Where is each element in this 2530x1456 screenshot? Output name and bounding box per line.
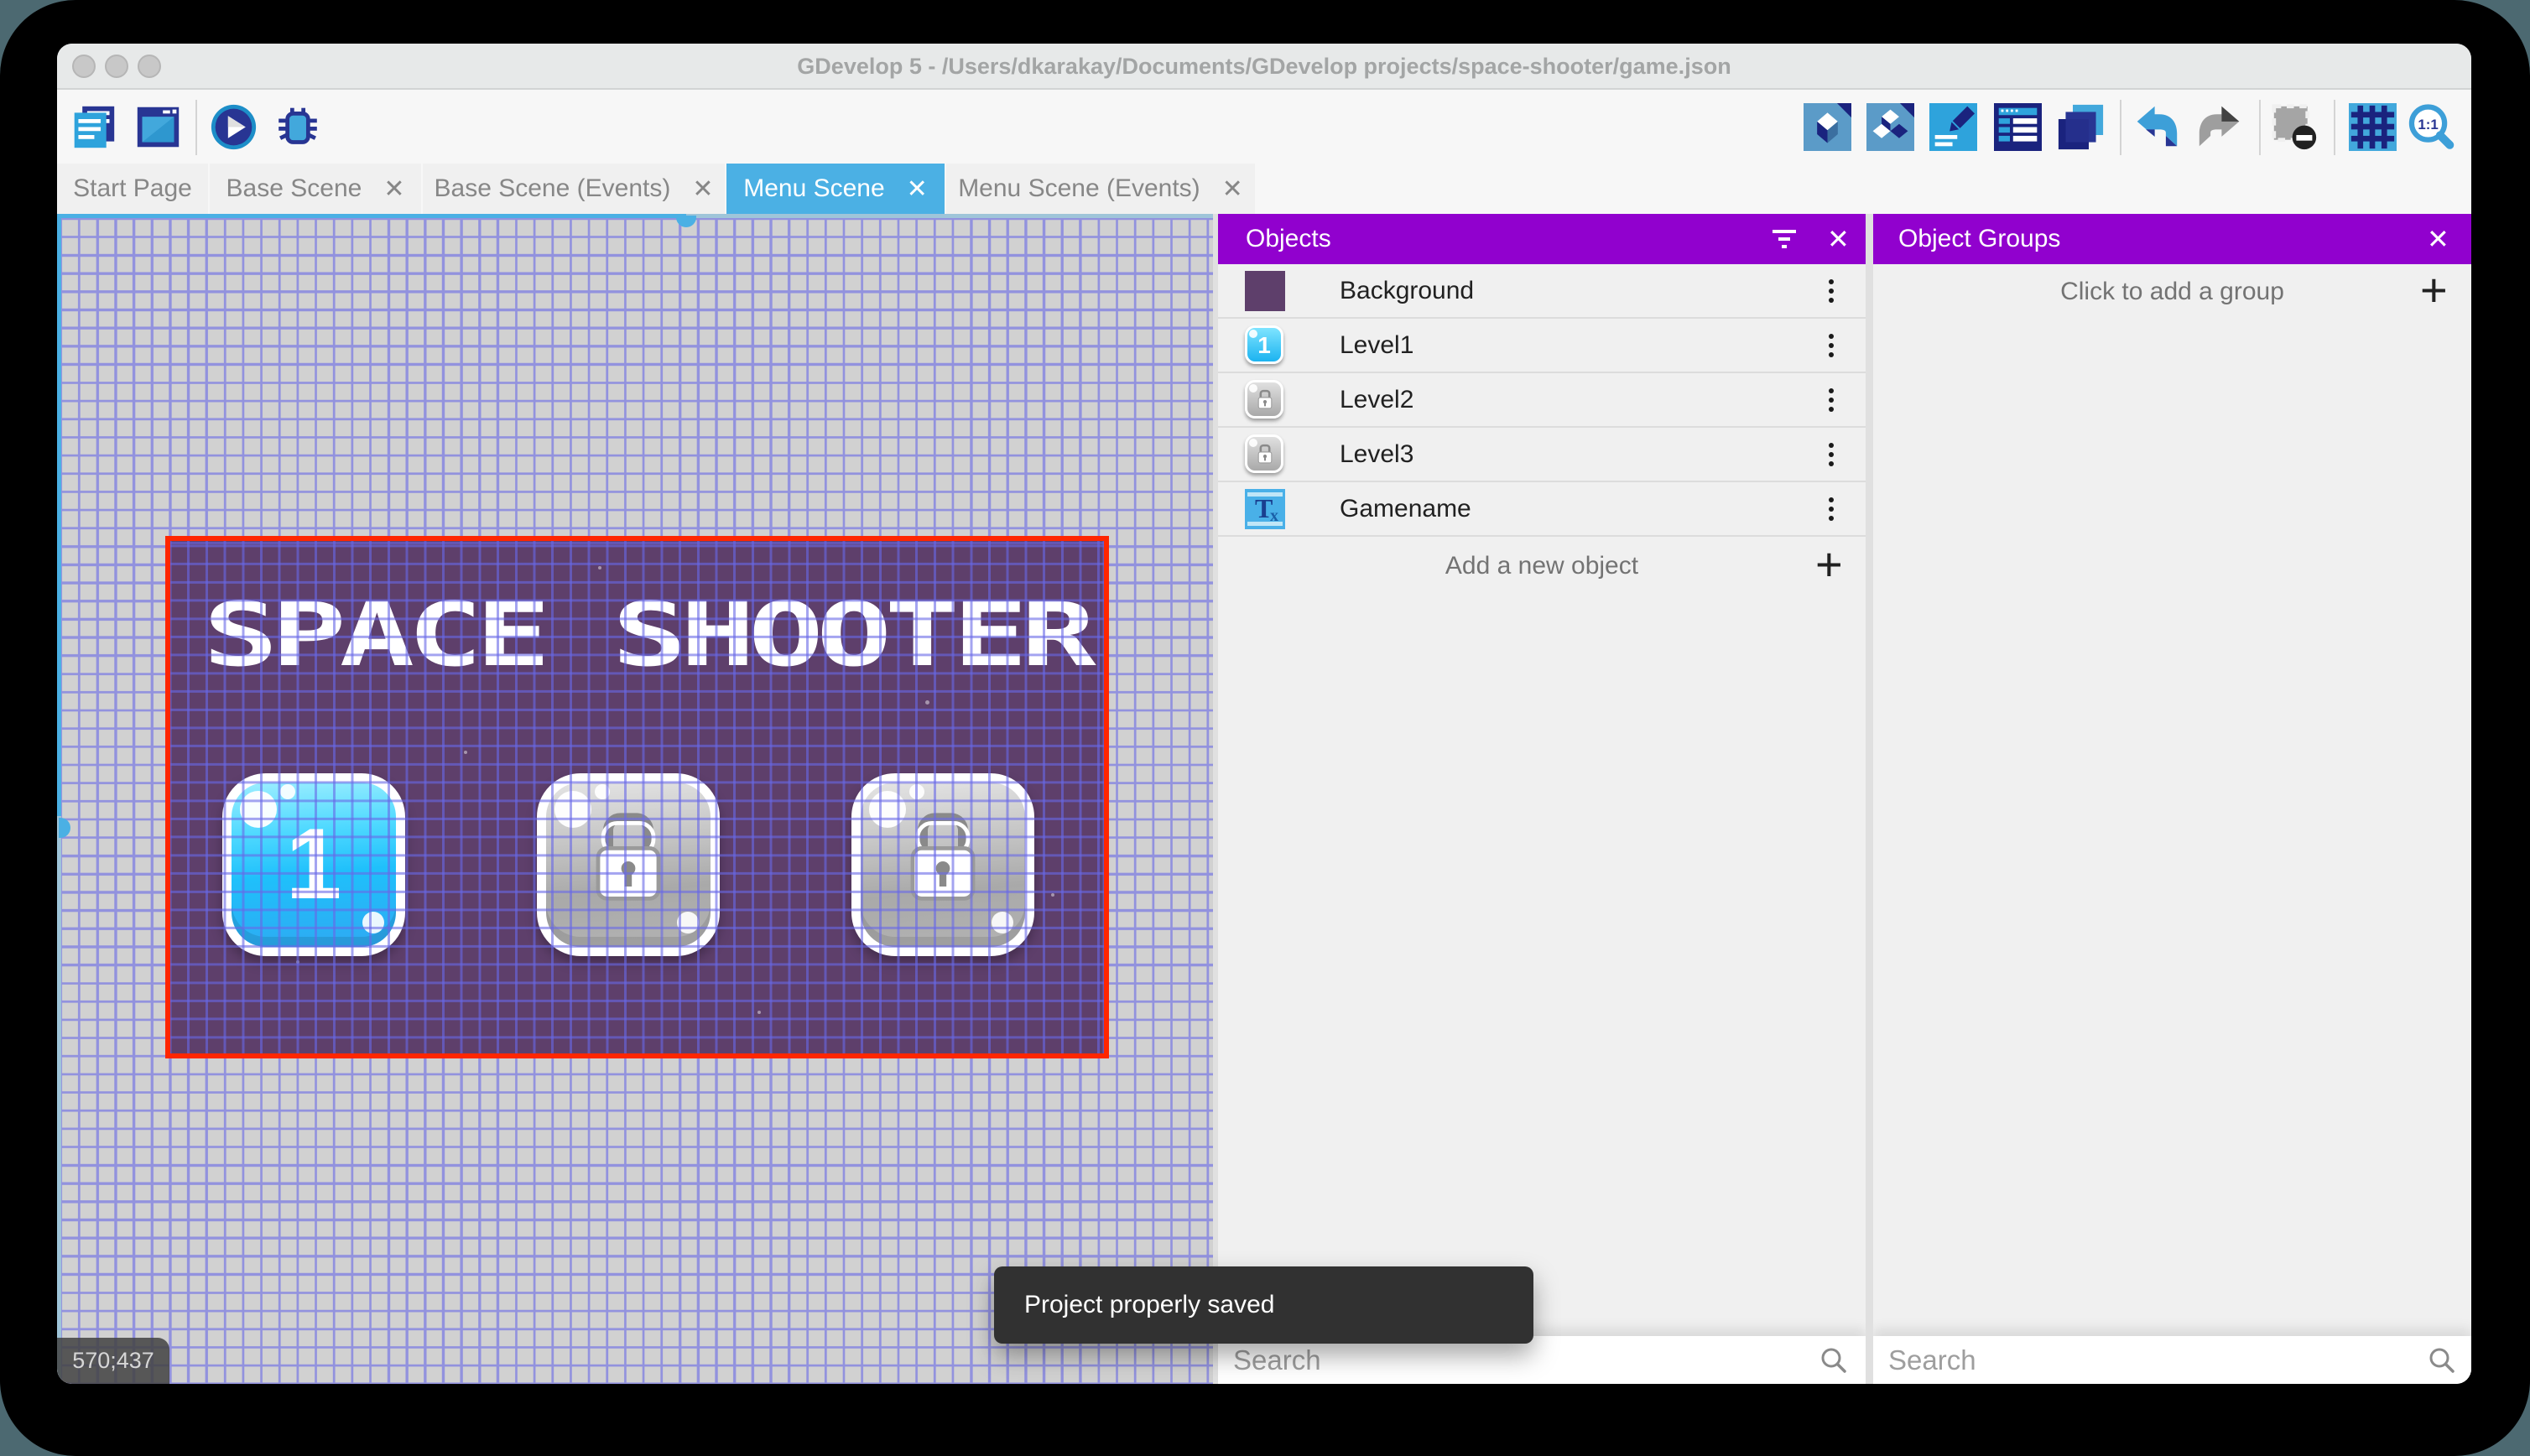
object-menu-icon[interactable] (1829, 334, 1834, 339)
objects-panel-title: Objects (1246, 225, 1331, 252)
level1-button[interactable]: 1 (222, 773, 405, 956)
toggle-grid-icon[interactable] (2349, 103, 2397, 151)
start-page-icon[interactable] (134, 103, 182, 151)
object-groups-panel-title: Object Groups (1898, 225, 2061, 252)
object-menu-icon[interactable] (1829, 279, 1834, 284)
canvas-vscroll-thumb[interactable] (59, 818, 70, 838)
object-row-level3[interactable]: Level3 (1218, 428, 1866, 482)
object-menu-icon[interactable] (1829, 497, 1834, 502)
add-group-row[interactable]: Click to add a group + (1873, 264, 2471, 319)
tab-start-page[interactable]: Start Page (57, 164, 208, 214)
objects-panel: Objects ✕ Background 1 Level1 Level2 Lev… (1218, 214, 1866, 1384)
add-object-row[interactable]: Add a new object + (1218, 537, 1866, 595)
close-tab-icon[interactable]: ✕ (383, 174, 404, 204)
main-toolbar: 1:1 (57, 91, 2471, 164)
object-row-gamename[interactable]: Tx Gamename (1218, 482, 1866, 537)
object-label: Level1 (1340, 331, 1414, 359)
scene-editor-canvas[interactable]: SPACE SHOOTER 1 570;437 (57, 214, 1213, 1384)
object-label: Background (1340, 277, 1475, 304)
canvas-hscroll-track-light[interactable] (686, 214, 1213, 218)
object-menu-icon[interactable] (1829, 388, 1834, 393)
toolbar-separator (2120, 100, 2121, 155)
close-tab-icon[interactable]: ✕ (907, 174, 928, 204)
window-title: GDevelop 5 - /Users/dkarakay/Documents/G… (797, 54, 1731, 79)
panel-divider[interactable] (1866, 214, 1873, 1384)
object-groups-panel-icon[interactable] (1866, 103, 1914, 151)
tab-menu-scene-events[interactable]: Menu Scene (Events) ✕ (946, 164, 1255, 214)
object-row-level2[interactable]: Level2 (1218, 373, 1866, 428)
add-object-label: Add a new object (1445, 552, 1639, 580)
object-row-level1[interactable]: 1 Level1 (1218, 319, 1866, 373)
tab-base-scene[interactable]: Base Scene ✕ (210, 164, 421, 214)
groups-search-bar[interactable]: Search (1873, 1336, 2471, 1384)
text-object-icon: Tx (1245, 489, 1285, 529)
svg-text:x: x (1270, 507, 1278, 525)
debug-icon[interactable] (273, 103, 323, 151)
play-preview-icon[interactable] (210, 103, 258, 151)
background-object-icon (1245, 271, 1285, 311)
toolbar-separator (2259, 100, 2261, 155)
tab-label: Base Scene (Events) (434, 174, 671, 202)
close-tab-icon[interactable]: ✕ (1222, 174, 1243, 204)
groups-search-input[interactable]: Search (1888, 1336, 1976, 1384)
object-label: Gamename (1340, 495, 1471, 523)
tab-base-scene-events[interactable]: Base Scene (Events) ✕ (423, 164, 725, 214)
undo-icon[interactable] (2132, 103, 2180, 151)
close-tab-icon[interactable]: ✕ (692, 174, 713, 204)
close-panel-icon[interactable]: ✕ (2427, 214, 2449, 264)
scene-title-text: SPACE SHOOTER (203, 584, 1096, 686)
tab-menu-scene[interactable]: Menu Scene ✕ (726, 164, 945, 214)
object-menu-icon[interactable] (1829, 443, 1834, 448)
objects-panel-icon[interactable] (1804, 103, 1851, 151)
level2-object-icon (1245, 380, 1283, 419)
object-groups-panel: Object Groups ✕ Click to add a group + S… (1873, 214, 2471, 1384)
game-scene-preview[interactable]: SPACE SHOOTER 1 (165, 536, 1109, 1058)
canvas-hscroll-thumb[interactable] (676, 216, 696, 227)
tab-bar: Start Page Base Scene ✕ Base Scene (Event… (57, 164, 2471, 214)
toggle-mask-icon[interactable] (2271, 103, 2319, 151)
layers-panel-icon[interactable] (2057, 103, 2105, 151)
add-group-plus-icon[interactable]: + (2420, 264, 2448, 319)
object-label: Level2 (1340, 386, 1414, 413)
object-row-background[interactable]: Background (1218, 264, 1866, 319)
redo-icon[interactable] (2196, 103, 2244, 151)
search-icon (2427, 1345, 2457, 1375)
level3-locked-button[interactable] (851, 773, 1034, 956)
level1-button-label: 1 (285, 808, 342, 920)
content-area: SPACE SHOOTER 1 570;437 Objects ✕ Backgr… (57, 214, 2471, 1384)
object-groups-panel-header: Object Groups ✕ (1873, 214, 2471, 264)
close-panel-icon[interactable]: ✕ (1827, 214, 1850, 264)
objects-panel-header: Objects ✕ (1218, 214, 1866, 264)
lock-icon (893, 806, 993, 923)
level3-object-icon (1245, 434, 1283, 473)
tab-label: Menu Scene (743, 174, 885, 202)
tab-label: Menu Scene (Events) (958, 174, 1200, 202)
object-label: Level3 (1340, 440, 1414, 468)
toolbar-separator (195, 100, 197, 155)
canvas-vscroll-track-light[interactable] (57, 816, 61, 1384)
zoom-1to1-icon[interactable]: 1:1 (2406, 103, 2458, 151)
toast-message: Project properly saved (1024, 1291, 1275, 1318)
canvas-hscroll-track[interactable] (57, 214, 686, 218)
properties-panel-icon[interactable] (1929, 103, 1977, 151)
level2-locked-button[interactable] (537, 773, 720, 956)
add-object-plus-icon[interactable]: + (1815, 537, 1843, 595)
title-bar[interactable]: GDevelop 5 - /Users/dkarakay/Documents/G… (57, 44, 2471, 90)
search-icon (1819, 1345, 1849, 1375)
instances-list-icon[interactable] (1994, 103, 2042, 151)
level1-object-icon: 1 (1245, 325, 1283, 364)
svg-text:1:1: 1:1 (2418, 117, 2438, 133)
toolbar-separator (2334, 100, 2335, 155)
save-toast: Project properly saved (994, 1266, 1533, 1344)
add-group-label: Click to add a group (2060, 278, 2284, 305)
canvas-vscroll-track[interactable] (57, 214, 61, 816)
tab-label: Base Scene (226, 174, 362, 202)
project-manager-icon[interactable] (70, 103, 117, 151)
lock-icon (578, 806, 679, 923)
gdevelop-window: GDevelop 5 - /Users/dkarakay/Documents/G… (57, 44, 2471, 1384)
cursor-coordinates-badge: 570;437 (57, 1338, 169, 1384)
tab-label: Start Page (73, 174, 192, 202)
filter-icon[interactable] (1771, 228, 1798, 250)
